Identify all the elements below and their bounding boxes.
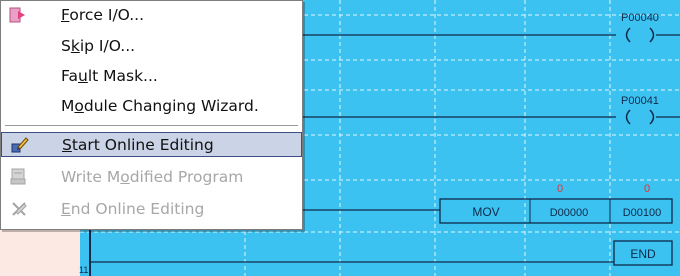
- menu-item-start-online-editing[interactable]: Start Online Editing: [1, 132, 302, 157]
- menu-item-label: Module Changing Wizard.: [61, 97, 259, 115]
- menu-item-label: End Online Editing: [61, 200, 205, 218]
- menu-item-skip-io[interactable]: Skip I/O...: [1, 34, 302, 59]
- menu-item-write-modified-program[interactable]: Write Modified Program: [1, 165, 302, 190]
- menu-item-module-changing-wizard[interactable]: Module Changing Wizard.: [1, 94, 302, 119]
- mov-instruction: MOV: [472, 205, 499, 219]
- end-edit-icon: [9, 199, 29, 219]
- menu-item-label: Skip I/O...: [61, 37, 136, 55]
- destination-value: 0: [644, 183, 650, 195]
- end-label: END: [630, 247, 656, 261]
- menu-item-fault-mask[interactable]: Fault Mask...: [1, 64, 302, 89]
- coil-label: P00040: [621, 12, 659, 24]
- pencil-edit-icon: [10, 135, 30, 155]
- menu-item-end-online-editing[interactable]: End Online Editing: [1, 197, 302, 222]
- menu-separator: [5, 125, 298, 127]
- menu-item-label: Start Online Editing: [62, 136, 214, 154]
- menu-item-label: Fault Mask...: [61, 67, 158, 85]
- coil-label: P00041: [621, 95, 659, 107]
- menu-item-label: Write Modified Program: [61, 168, 244, 186]
- row-number: 11: [79, 265, 88, 275]
- online-context-menu: Force I/O... Skip I/O... Fault Mask... M…: [0, 0, 303, 230]
- menu-item-force-io[interactable]: Force I/O...: [1, 3, 302, 28]
- destination-operand: D00100: [623, 207, 662, 219]
- source-value: 0: [557, 183, 563, 195]
- menu-item-label: Force I/O...: [61, 6, 145, 24]
- source-operand: D00000: [550, 207, 589, 219]
- write-program-icon: [9, 167, 29, 187]
- force-io-icon: [9, 5, 29, 25]
